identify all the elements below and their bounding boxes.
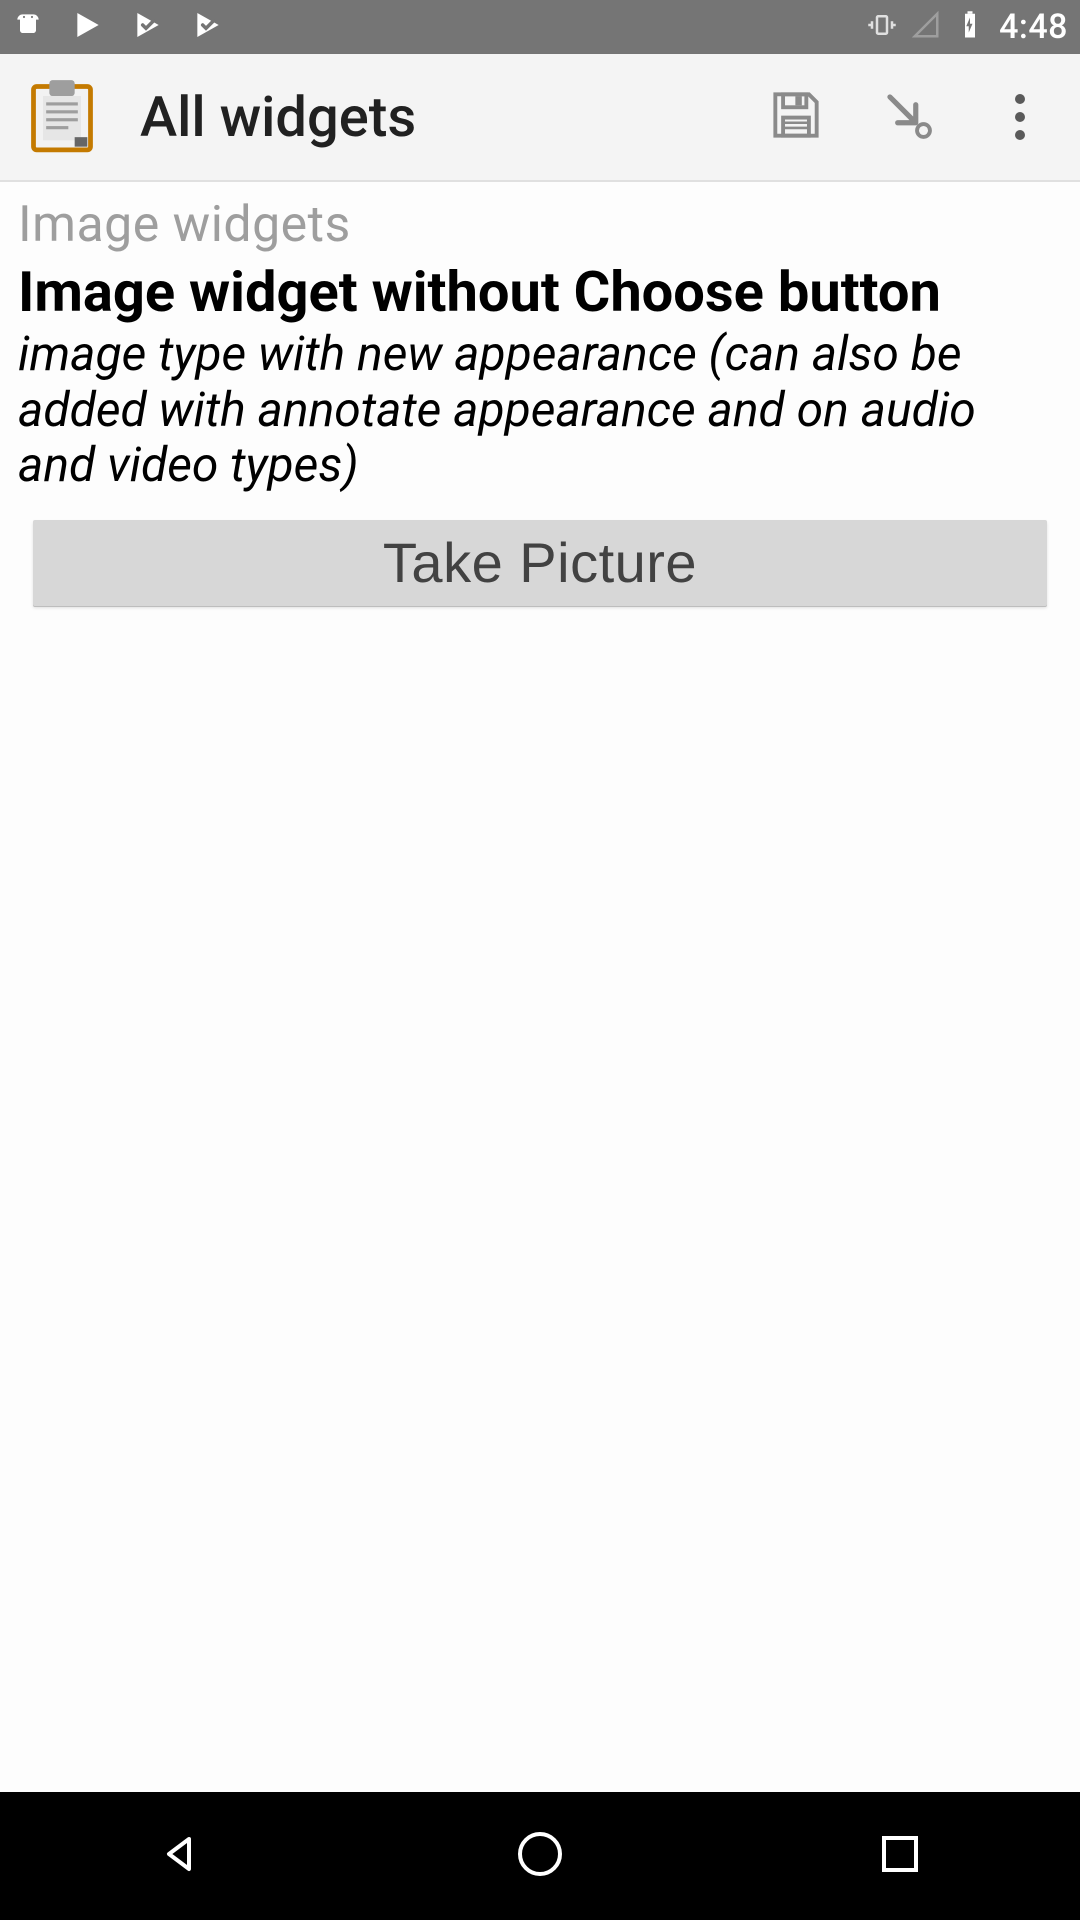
take-picture-button[interactable]: Take Picture (33, 520, 1047, 606)
form-content: Image widgets Image widget without Choos… (0, 182, 1080, 606)
android-icon (12, 9, 44, 45)
go-to-button[interactable] (872, 81, 944, 153)
status-bar-left-icons (12, 9, 224, 45)
home-circle-icon (515, 1829, 565, 1883)
save-floppy-icon (765, 84, 827, 150)
navigation-bar (0, 1792, 1080, 1920)
clipboard-icon (24, 77, 100, 157)
question-hint: image type with new appearance (can also… (18, 326, 1062, 492)
app-bar-title: All widgets (140, 84, 416, 150)
play-check-icon (132, 9, 164, 45)
app-bar: All widgets (0, 54, 1080, 182)
overflow-menu-button[interactable] (984, 81, 1056, 153)
recent-apps-button[interactable] (872, 1828, 928, 1884)
play-icon (72, 9, 104, 45)
battery-charging-icon (955, 10, 985, 44)
status-bar: 4:48 (0, 0, 1080, 54)
question-title: Image widget without Choose button (18, 260, 1062, 324)
status-bar-clock: 4:48 (999, 7, 1068, 47)
recent-square-icon (878, 1832, 922, 1880)
vibrate-icon (867, 10, 897, 44)
section-header: Image widgets (18, 196, 1062, 254)
back-button[interactable] (152, 1828, 208, 1884)
home-button[interactable] (512, 1828, 568, 1884)
save-button[interactable] (760, 81, 832, 153)
signal-empty-icon (911, 10, 941, 44)
play-check-icon (192, 9, 224, 45)
back-triangle-icon (157, 1831, 203, 1881)
arrow-down-right-icon (877, 84, 939, 150)
status-bar-right-icons: 4:48 (867, 7, 1068, 47)
